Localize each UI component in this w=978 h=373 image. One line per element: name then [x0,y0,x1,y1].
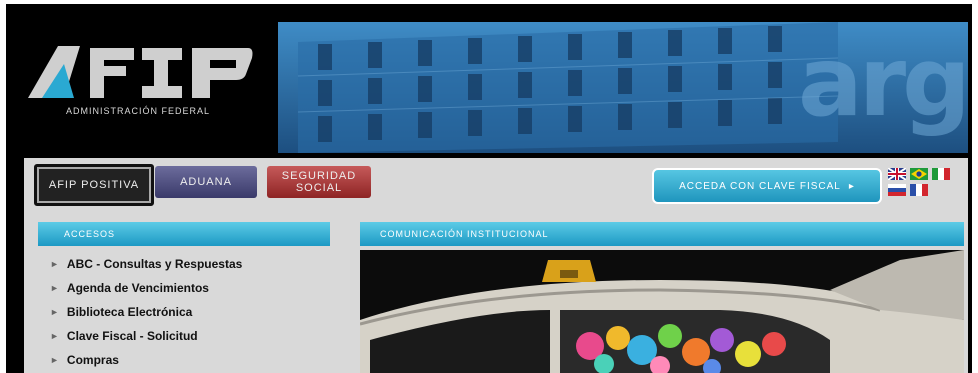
tab-afip-positiva-label: AFIP Positiva [48,179,140,191]
language-flags [888,168,952,198]
content-header: Comunicación Institucional [360,222,964,246]
chevron-right-icon: ▸ [848,180,855,192]
uk-flag-icon[interactable] [888,168,906,180]
content-title: Comunicación Institucional [380,229,549,239]
sidebar-item-label: Agenda de Vencimientos [66,281,209,295]
sidebar-list: ► ABC - Consultas y Respuestas ► Agenda … [50,252,330,372]
sidebar-item-label: Compras [66,353,119,367]
sidebar-title: Accesos [64,229,116,239]
tab-seguridad-social[interactable]: Seguridad Social [267,166,371,198]
sidebar-item-label: ABC - Consultas y Respuestas [66,257,243,271]
sidebar-item-agenda[interactable]: ► Agenda de Vencimientos [50,276,330,300]
sidebar-item-label: Biblioteca Electrónica [66,305,193,319]
screenshot-frame: Administración Federal [0,0,978,373]
france-flag-icon[interactable] [910,184,928,196]
afip-logo-mark [28,46,253,98]
sidebar-item-compras[interactable]: ► Compras [50,348,330,372]
header-banner: arg [278,22,968,153]
institutional-photo[interactable] [360,250,964,373]
bullet-arrow-icon: ► [50,355,59,365]
sidebar-item-clave-fiscal[interactable]: ► Clave Fiscal - Solicitud [50,324,330,348]
sidebar-item-label: Clave Fiscal - Solicitud [66,329,198,343]
banner-arg-text: arg [798,26,968,138]
bullet-arrow-icon: ► [50,331,59,341]
clave-fiscal-button[interactable]: Acceda con Clave Fiscal ▸ [652,168,882,204]
tab-seguridad-social-label: Seguridad Social [281,170,357,194]
main-panel: AFIP Positiva Aduana Seguridad Social Ac… [24,158,968,373]
tab-aduana-label: Aduana [180,176,232,188]
russia-flag-icon[interactable] [888,184,906,196]
afip-home-page: Administración Federal [6,4,972,373]
sidebar-item-abc[interactable]: ► ABC - Consultas y Respuestas [50,252,330,276]
bullet-arrow-icon: ► [50,283,59,293]
taxi-photo-image [360,250,964,373]
logo-caption: Administración Federal [66,106,211,116]
sidebar-header: Accesos [38,222,330,246]
clave-fiscal-label: Acceda con Clave Fiscal [679,180,841,192]
bullet-arrow-icon: ► [50,259,59,269]
sidebar-item-biblioteca[interactable]: ► Biblioteca Electrónica [50,300,330,324]
brazil-flag-icon[interactable] [910,168,928,180]
bullet-arrow-icon: ► [50,307,59,317]
tab-aduana[interactable]: Aduana [155,166,257,198]
italy-flag-icon[interactable] [932,168,950,180]
tab-afip-positiva[interactable]: AFIP Positiva [34,164,154,206]
afip-logo[interactable]: Administración Federal [28,40,258,130]
